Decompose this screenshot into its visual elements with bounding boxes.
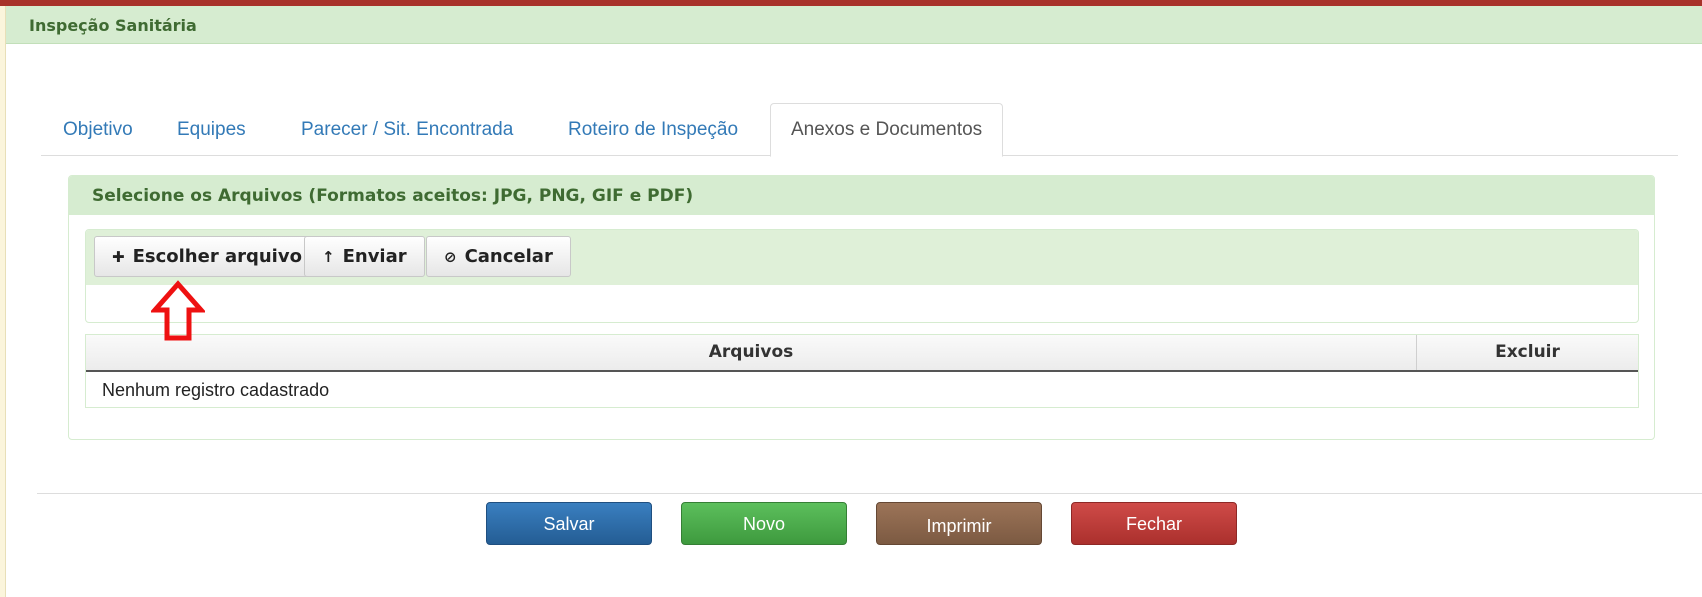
- choose-file-label: Escolher arquivo: [132, 246, 302, 267]
- tab-anexos-documentos[interactable]: Anexos e Documentos: [770, 103, 1004, 157]
- footer-divider: [37, 493, 1702, 494]
- salvar-button[interactable]: Salvar: [486, 502, 652, 545]
- column-header-arquivos: Arquivos: [86, 335, 1417, 370]
- file-upload-widget: ✚ Escolher arquivo ↑ Enviar ⊘ Cancelar: [85, 229, 1639, 323]
- choose-file-button[interactable]: ✚ Escolher arquivo: [94, 236, 320, 277]
- tab-equipes[interactable]: Equipes: [177, 103, 246, 156]
- send-button[interactable]: ↑ Enviar: [304, 236, 425, 277]
- annotation-up-arrow-icon: [151, 280, 205, 341]
- novo-button[interactable]: Novo: [681, 502, 847, 545]
- tab-roteiro-inspecao[interactable]: Roteiro de Inspeção: [568, 103, 738, 156]
- upload-section-title: Selecione os Arquivos (Formatos aceitos:…: [92, 186, 694, 206]
- page-title: Inspeção Sanitária: [29, 16, 197, 35]
- send-label: Enviar: [342, 246, 407, 267]
- upload-toolbar: ✚ Escolher arquivo ↑ Enviar ⊘ Cancelar: [86, 230, 1638, 285]
- tab-objetivo[interactable]: Objetivo: [63, 103, 133, 156]
- left-edge: [0, 6, 6, 597]
- cancel-label: Cancelar: [464, 246, 553, 267]
- tab-bar: Objetivo Equipes Parecer / Sit. Encontra…: [41, 103, 1678, 157]
- files-table: Arquivos Excluir Nenhum registro cadastr…: [85, 334, 1639, 408]
- cancel-button[interactable]: ⊘ Cancelar: [426, 236, 571, 277]
- files-table-header: Arquivos Excluir: [86, 335, 1638, 372]
- upload-section: Selecione os Arquivos (Formatos aceitos:…: [68, 175, 1655, 440]
- fechar-button[interactable]: Fechar: [1071, 502, 1237, 545]
- plus-icon: ✚: [112, 248, 125, 266]
- upload-arrow-icon: ↑: [322, 248, 335, 266]
- page-header: Inspeção Sanitária: [6, 6, 1702, 44]
- column-header-excluir: Excluir: [1495, 342, 1560, 362]
- imprimir-button[interactable]: Imprimir: [876, 502, 1042, 545]
- upload-section-header: Selecione os Arquivos (Formatos aceitos:…: [69, 176, 1654, 215]
- tab-parecer[interactable]: Parecer / Sit. Encontrada: [301, 103, 513, 156]
- cancel-icon: ⊘: [444, 248, 457, 266]
- empty-table-message: Nenhum registro cadastrado: [102, 380, 330, 400]
